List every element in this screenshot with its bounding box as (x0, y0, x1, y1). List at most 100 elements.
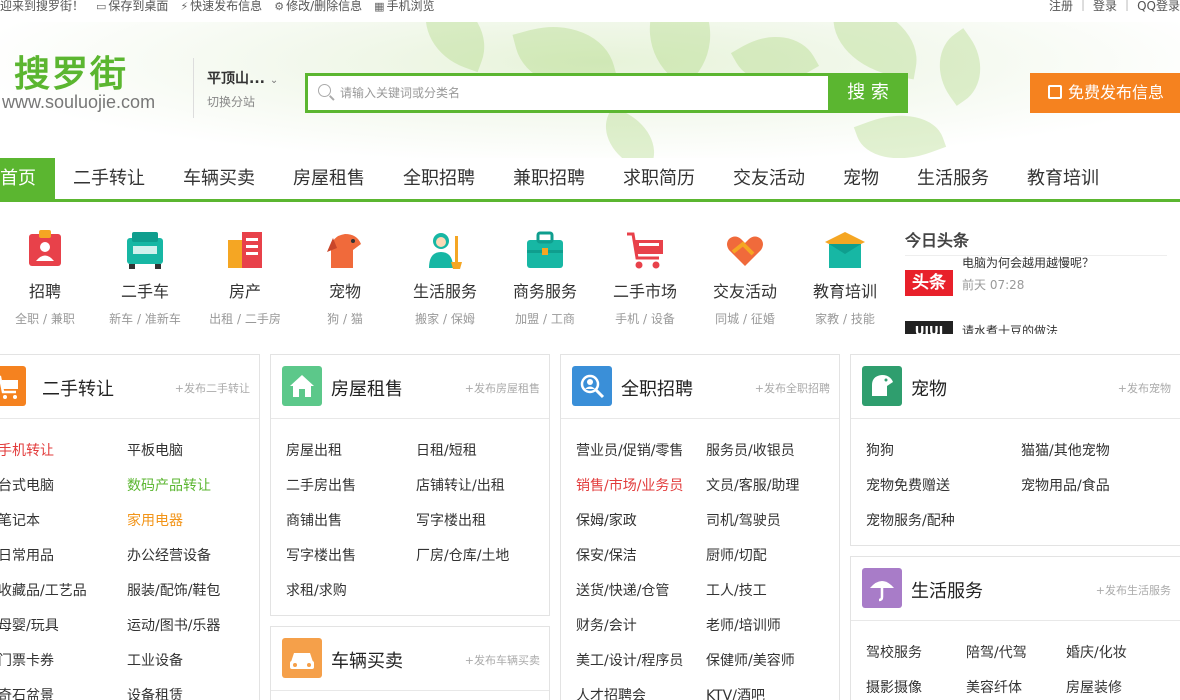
register-link[interactable]: 注册 (1049, 0, 1073, 14)
list-item[interactable]: 保姆/家政 (576, 510, 637, 530)
mobile-browse-link[interactable]: ▦ 手机浏览 (374, 0, 434, 14)
list-item[interactable]: 营业员/促销/零售 (576, 440, 683, 460)
list-item[interactable]: 店铺转让/出租 (416, 475, 505, 495)
list-item[interactable]: 笔记本 (0, 510, 40, 530)
qq-login-link[interactable]: QQ登录 (1137, 0, 1180, 14)
nav-resumes[interactable]: 求职简历 (623, 158, 695, 199)
search-input[interactable] (340, 81, 820, 105)
list-item[interactable]: 厨师/切配 (706, 545, 767, 565)
list-item[interactable]: 文员/客服/助理 (706, 475, 799, 495)
publish-life-link[interactable]: +发布生活服务 (1096, 582, 1171, 598)
list-item[interactable]: 工人/技工 (706, 580, 767, 600)
list-item[interactable]: 商铺出售 (286, 510, 342, 530)
list-item[interactable]: 猫猫/其他宠物 (1021, 440, 1110, 460)
headline-item[interactable]: 头条 电脑为何会越用越慢呢？ 前天 07:28 (905, 256, 1167, 308)
category-business-services[interactable]: 商务服务 加盟 / 工商 (495, 222, 595, 327)
nav-vehicles[interactable]: 车辆买卖 (183, 158, 255, 199)
list-item[interactable]: 美容纤体 (966, 677, 1022, 697)
search-button[interactable]: 搜 索 (828, 73, 908, 113)
publish-vehicle-link[interactable]: +发布车辆买卖 (465, 652, 540, 668)
list-item[interactable]: 平板电脑 (127, 440, 183, 460)
list-item[interactable]: 狗狗 (866, 440, 894, 460)
publish-housing-link[interactable]: +发布房屋租售 (465, 380, 540, 396)
list-item[interactable]: 婚庆/化妆 (1066, 642, 1127, 662)
login-link[interactable]: 登录 (1093, 0, 1117, 14)
briefcase-icon (523, 228, 567, 272)
nav-dating[interactable]: 交友活动 (733, 158, 805, 199)
list-item[interactable]: 家用电器 (127, 510, 183, 530)
list-item[interactable]: 日租/短租 (416, 440, 477, 460)
dog-icon (862, 366, 902, 406)
list-item[interactable]: 宠物服务/配种 (866, 510, 955, 530)
headline-item[interactable]: UIUI 请水煮十豆的做法 (905, 308, 1167, 334)
list-item[interactable]: 服务员/收银员 (706, 440, 795, 460)
save-desktop-link[interactable]: ▭ 保存到桌面 (96, 0, 168, 14)
category-life-services[interactable]: 生活服务 搬家 / 保姆 (395, 222, 495, 327)
nav-second-hand[interactable]: 二手转让 (73, 158, 145, 199)
category-education[interactable]: 教育培训 家教 / 技能 (795, 222, 895, 327)
nav-fulltime-jobs[interactable]: 全职招聘 (403, 158, 475, 199)
publish-pets-link[interactable]: +发布宠物 (1118, 380, 1171, 396)
publish-button[interactable]: 免费发布信息 (1030, 73, 1180, 113)
list-item[interactable]: 销售/市场/业务员 (576, 475, 683, 495)
nav-life-services[interactable]: 生活服务 (917, 158, 989, 199)
panel-title: 车辆买卖 (331, 651, 403, 672)
headline-time: 前天 07:28 (962, 278, 1025, 292)
nav-home[interactable]: 首页 (0, 158, 55, 199)
publish-second-hand-link[interactable]: +发布二手转让 (175, 380, 250, 396)
category-dating[interactable]: 交友活动 同城 / 征婚 (695, 222, 795, 327)
list-item[interactable]: 人才招聘会 (576, 685, 646, 700)
list-item[interactable]: 摄影摄像 (866, 677, 922, 697)
list-item[interactable]: 手机转让 (0, 440, 54, 460)
nav-housing[interactable]: 房屋租售 (293, 158, 365, 199)
list-item[interactable]: 二手房出售 (286, 475, 356, 495)
list-item[interactable]: 服装/配饰/鞋包 (127, 580, 220, 600)
edit-delete-link[interactable]: ⚙ 修改/删除信息 (274, 0, 362, 14)
category-property[interactable]: 房产 出租 / 二手房 (195, 222, 295, 327)
list-item[interactable]: 厂房/仓库/土地 (416, 545, 509, 565)
list-item[interactable]: 工业设备 (127, 650, 183, 670)
category-recruit[interactable]: 招聘 全职 / 兼职 (0, 222, 95, 327)
list-item[interactable]: 运动/图书/乐器 (127, 615, 220, 635)
list-item[interactable]: 日常用品 (0, 545, 54, 565)
header-divider (193, 58, 194, 118)
publish-jobs-link[interactable]: +发布全职招聘 (755, 380, 830, 396)
list-item[interactable]: 奇石盆景 (0, 685, 54, 700)
car-icon (123, 228, 167, 272)
list-item[interactable]: 保安/保洁 (576, 545, 637, 565)
gear-icon: ⚙ (274, 0, 285, 13)
list-item[interactable]: 保健师/美容师 (706, 650, 795, 670)
list-item[interactable]: 门票卡券 (0, 650, 54, 670)
city-selector[interactable]: 平顶山... ⌄ (207, 68, 278, 88)
list-item[interactable]: 写字楼出售 (286, 545, 356, 565)
list-item[interactable]: 司机/驾驶员 (706, 510, 781, 530)
list-item[interactable]: 数码产品转让 (127, 475, 211, 495)
quick-publish-link[interactable]: ⚡ 快速发布信息 (180, 0, 262, 14)
list-item[interactable]: 宠物用品/食品 (1021, 475, 1110, 495)
list-item[interactable]: 收藏品/工艺品 (0, 580, 87, 600)
switch-city-link[interactable]: 切换分站 (207, 93, 255, 110)
nav-education[interactable]: 教育培训 (1027, 158, 1099, 199)
nav-parttime-jobs[interactable]: 兼职招聘 (513, 158, 585, 199)
list-item[interactable]: KTV/酒吧 (706, 685, 765, 700)
list-item[interactable]: 设备租赁 (127, 685, 183, 700)
list-item[interactable]: 送货/快递/仓管 (576, 580, 669, 600)
site-logo[interactable]: 搜罗街 www.souluojie.com (2, 54, 155, 113)
list-item[interactable]: 写字楼出租 (416, 510, 486, 530)
list-item[interactable]: 驾校服务 (866, 642, 922, 662)
list-item[interactable]: 母婴/玩具 (0, 615, 59, 635)
list-item[interactable]: 房屋出租 (286, 440, 342, 460)
list-item[interactable]: 台式电脑 (0, 475, 54, 495)
category-second-hand-market[interactable]: 二手市场 手机 / 设备 (595, 222, 695, 327)
list-item[interactable]: 财务/会计 (576, 615, 637, 635)
category-used-car[interactable]: 二手车 新车 / 准新车 (95, 222, 195, 327)
list-item[interactable]: 办公经营设备 (127, 545, 211, 565)
list-item[interactable]: 求租/求购 (286, 580, 347, 600)
list-item[interactable]: 房屋装修 (1066, 677, 1122, 697)
list-item[interactable]: 老师/培训师 (706, 615, 781, 635)
nav-pets[interactable]: 宠物 (843, 158, 879, 199)
list-item[interactable]: 陪驾/代驾 (966, 642, 1027, 662)
category-pets[interactable]: 宠物 狗 / 猫 (295, 222, 395, 327)
list-item[interactable]: 宠物免费赠送 (866, 475, 950, 495)
list-item[interactable]: 美工/设计/程序员 (576, 650, 683, 670)
